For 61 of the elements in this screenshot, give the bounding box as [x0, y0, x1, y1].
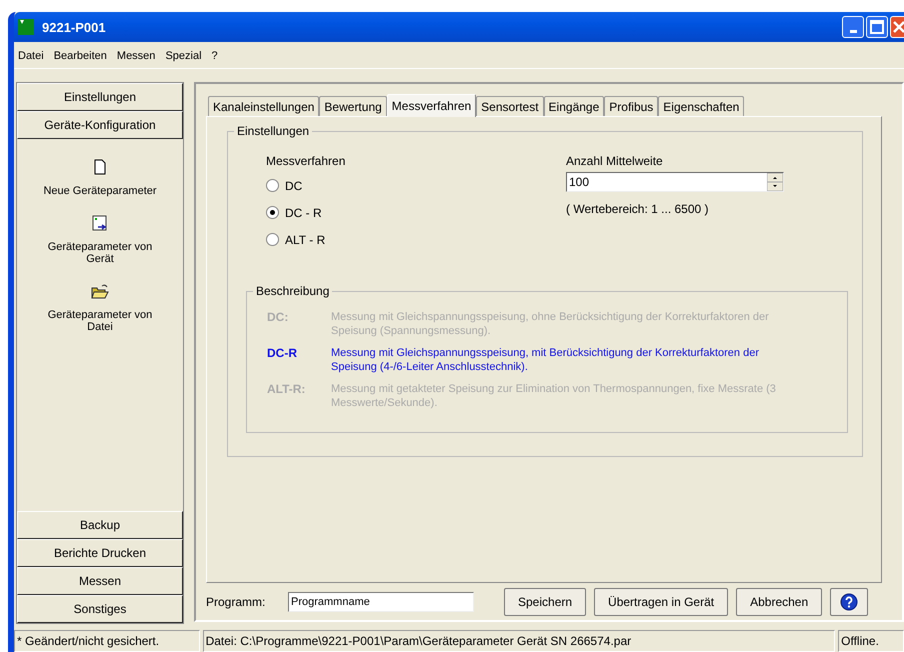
sidebar-item[interactable]: Neue Geräteparameter	[43, 185, 157, 197]
radio-label[interactable]: DC	[285, 178, 302, 192]
tab[interactable]: Eingänge	[544, 96, 604, 116]
description-text: Messung mit Gleichspannungsspeisung, mit Berücksichtigung der Korrekturfaktoren der Speisung (4-/6-Leiter Anschlusstechnik).	[331, 346, 760, 374]
spinner-arrows-icon	[767, 173, 783, 191]
number-field[interactable]: 100	[566, 172, 784, 192]
sidebar-button[interactable]: Backup	[17, 511, 183, 539]
tab[interactable]: Messverfahren	[386, 94, 476, 117]
action-button[interactable]: Speichern	[504, 588, 586, 616]
close-button[interactable]	[890, 16, 904, 38]
app-icon	[18, 19, 34, 35]
maximize-button[interactable]	[866, 16, 888, 38]
menu-item[interactable]: Messen	[116, 50, 156, 64]
minimize-button[interactable]	[842, 16, 864, 38]
close-icon	[892, 20, 904, 34]
radio-label[interactable]: ALT - R	[285, 232, 326, 246]
description-text: Messung mit Gleichspannungsspeisung, ohne Berücksichtigung der Korrekturfaktoren der Speisung (Spannungsmessung).	[331, 310, 770, 338]
sidebar-button[interactable]: Berichte Drucken	[17, 539, 183, 567]
group-title: Beschreibung	[253, 284, 332, 298]
tab[interactable]: Profibus	[604, 96, 658, 116]
maximize-icon	[870, 20, 884, 34]
menu-item[interactable]: Bearbeiten	[54, 50, 107, 64]
group-title: Einstellungen	[234, 124, 312, 138]
tab[interactable]: Bewertung	[319, 96, 387, 116]
sidebar-button[interactable]: Sonstiges	[17, 595, 183, 623]
program-name-field[interactable]: Programmname	[288, 592, 474, 612]
range-hint: ( Wertebereich: 1 ... 6500 )	[566, 202, 710, 216]
tab[interactable]: Sensortest	[476, 96, 544, 116]
radio-button[interactable]	[266, 233, 279, 246]
description-text: Messung mit getakteter Speisung zur Elimination von Thermospannungen, fixe Messrate (3 Messwerte/Sekunde).	[331, 382, 777, 410]
sidebar-button[interactable]: Messen	[17, 567, 183, 595]
minimize-icon	[850, 30, 856, 32]
status-text: Datei: C:\Programme\9221-P001\Param\Geräteparameter Gerät SN 266574.par	[202, 630, 836, 652]
help-button[interactable]	[830, 588, 868, 616]
description-term: DC:	[267, 310, 290, 326]
menu-item[interactable]: ?	[212, 50, 218, 64]
document-icon	[93, 159, 107, 175]
tab[interactable]: Eigenschaften	[658, 96, 744, 116]
menu-item[interactable]: Spezial	[165, 50, 202, 64]
field-label: Programm:	[206, 594, 266, 609]
radio-button[interactable]	[266, 206, 279, 219]
sidebar-button[interactable]: Einstellungen	[17, 83, 183, 111]
description-term: DC-R	[267, 346, 298, 362]
sidebar-item[interactable]: Geräteparameter von Gerät	[38, 241, 162, 265]
device-transfer-icon	[92, 215, 108, 231]
tab[interactable]: Kanaleinstellungen	[208, 96, 320, 116]
window-title: 9221-P001	[42, 20, 107, 34]
status-text: Offline.	[838, 630, 904, 652]
action-button[interactable]: Abbrechen	[736, 588, 822, 616]
radio-label[interactable]: DC - R	[285, 206, 322, 220]
sidebar-button[interactable]: Geräte-Konfiguration	[17, 111, 183, 139]
help-icon	[840, 592, 858, 611]
menu-item[interactable]: Datei	[18, 50, 44, 64]
field-label: Messverfahren	[266, 154, 346, 168]
status-text: * Geändert/nicht gesichert.	[14, 630, 200, 652]
sidebar-item[interactable]: Geräteparameter von Datei	[38, 309, 162, 333]
open-folder-icon	[91, 283, 109, 299]
action-button[interactable]: Übertragen in Gerät	[594, 588, 728, 616]
field-label: Anzahl Mittelweite	[566, 154, 664, 168]
description-term: ALT-R:	[267, 382, 306, 398]
radio-button[interactable]	[266, 179, 279, 192]
